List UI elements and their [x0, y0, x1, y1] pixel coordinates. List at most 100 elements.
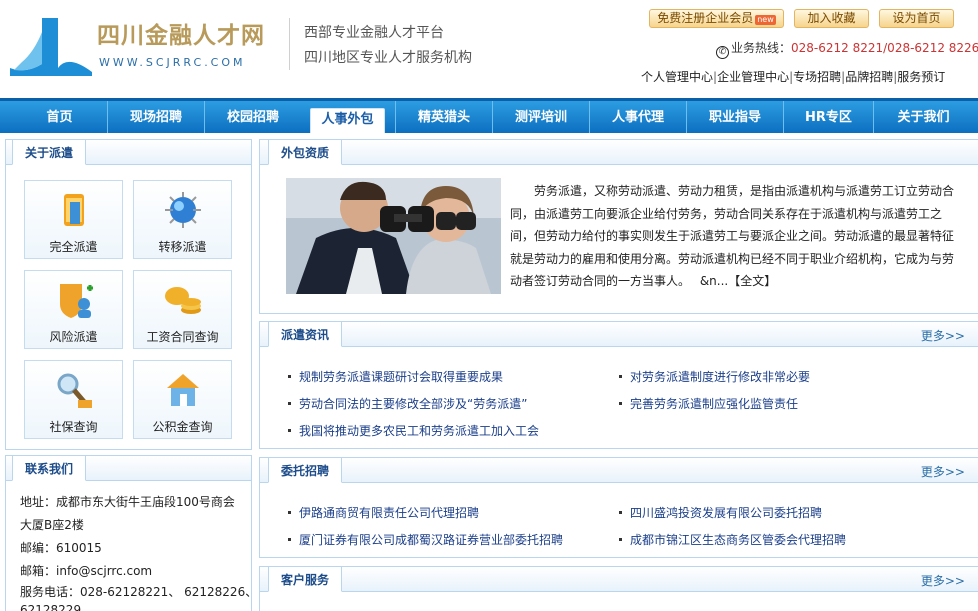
header-divider — [289, 18, 290, 70]
nav-onsite-recruit[interactable]: 现场招聘 — [107, 101, 204, 133]
panel-title: 关于派遣 — [12, 140, 87, 165]
recruit-title: 厦门证券有限公司成都蜀汉路证券营业部委托招聘 — [299, 533, 564, 547]
news-item[interactable]: 对劳务派遣制度进行修改非常必要 — [619, 368, 810, 385]
contact-address: 地址：成都市东大街牛王庙段100号商会 — [20, 495, 235, 509]
link-personal-center[interactable]: 个人管理中心 — [641, 70, 713, 84]
panel-title-bar: 客户服务 更多>> — [260, 567, 978, 592]
nav-campus-recruit[interactable]: 校园招聘 — [204, 101, 301, 133]
tile-risk-dispatch[interactable]: 风险派遣 — [24, 270, 123, 349]
slogan-secondary: 四川地区专业人才服务机构 — [304, 50, 472, 66]
phone-icon: ✆ — [716, 46, 729, 59]
recruit-title: 四川盛鸿投资发展有限公司委托招聘 — [630, 506, 823, 520]
tile-label: 完全派遣 — [49, 240, 98, 254]
nav-hr-zone[interactable]: HR专区 — [783, 101, 873, 133]
news-item[interactable]: 完善劳务派遣制应强化监管责任 — [619, 395, 798, 412]
contact-phone-cont: 62128229 — [20, 603, 82, 611]
tile-transfer-dispatch[interactable]: 转移派遣 — [133, 180, 232, 259]
panel-title: 派遣资讯 — [268, 322, 343, 347]
tile-housing-fund-query[interactable]: 公积金查询 — [133, 360, 232, 439]
recruit-title: 成都市锦江区生态商务区管委会代理招聘 — [630, 533, 847, 547]
nav-home[interactable]: 首页 — [12, 101, 107, 133]
news-title: 完善劳务派遣制应强化监管责任 — [630, 397, 799, 411]
news-title: 我国将推动更多农民工和劳务派遣工加入工会 — [299, 424, 540, 438]
binoculars-photo — [286, 178, 501, 294]
news-title: 对劳务派遣制度进行修改非常必要 — [630, 370, 811, 384]
customer-service-panel: 客户服务 更多>> — [259, 566, 978, 611]
panel-title: 委托招聘 — [268, 458, 343, 483]
bullet-icon — [288, 511, 291, 514]
link-brand-recruit[interactable]: 品牌招聘 — [845, 70, 893, 84]
tile-salary-contract-query[interactable]: 工资合同查询 — [133, 270, 232, 349]
bullet-icon — [619, 538, 622, 541]
intro-text: 劳务派遣，又称劳动派遣、劳动力租赁，是指由派遣机构与派遣劳工订立劳动合同，由派遣… — [510, 184, 955, 288]
panel-title: 联系我们 — [12, 456, 87, 481]
recruit-item[interactable]: 四川盛鸿投资发展有限公司委托招聘 — [619, 504, 822, 521]
recruit-item[interactable]: 成都市锦江区生态商务区管委会代理招聘 — [619, 531, 846, 548]
bullet-icon — [288, 402, 291, 405]
site-title: 四川金融人才网 — [97, 22, 265, 49]
bullet-icon — [288, 538, 291, 541]
bullet-icon — [288, 375, 291, 378]
panel-title: 客户服务 — [268, 567, 343, 592]
tile-label: 社保查询 — [49, 420, 98, 434]
recruit-item[interactable]: 厦门证券有限公司成都蜀汉路证券营业部委托招聘 — [288, 531, 563, 548]
site-url: WWW.SCJRRC.COM — [99, 56, 246, 69]
recruit-title: 伊路通商贸有限责任公司代理招聘 — [299, 506, 480, 520]
tile-label: 转移派遣 — [158, 240, 207, 254]
tile-full-dispatch[interactable]: 完全派遣 — [24, 180, 123, 259]
panel-title-bar: 联系我们 — [6, 456, 251, 481]
news-item[interactable]: 劳动合同法的主要修改全部涉及“劳务派遣” — [288, 395, 527, 412]
site-header: 四川金融人才网 WWW.SCJRRC.COM 西部专业金融人才平台 四川地区专业… — [0, 0, 978, 98]
contact-address-cont: 大厦B座2楼 — [20, 518, 84, 532]
more-link[interactable]: 更多>> — [921, 327, 965, 344]
tile-social-security-query[interactable]: 社保查询 — [24, 360, 123, 439]
folder-icon — [63, 194, 84, 226]
panel-title-bar: 委托招聘 更多>> — [260, 458, 978, 483]
new-badge: new — [755, 15, 776, 25]
news-title: 劳动合同法的主要修改全部涉及“劳务派遣” — [299, 397, 528, 411]
nav-hr-outsourcing[interactable]: 人事外包 — [310, 108, 385, 133]
panel-title-bar: 外包资质 — [260, 140, 978, 165]
tile-label: 风险派遣 — [49, 330, 98, 344]
nav-hr-agency[interactable]: 人事代理 — [589, 101, 686, 133]
slogan-primary: 西部专业金融人才平台 — [304, 25, 444, 41]
about-dispatch-panel: 关于派遣 完全派遣 转移派遣 风险派遣 工资合同查询 社保查询 公积金查询 — [5, 139, 252, 450]
top-links: 个人管理中心|企业管理中心|专场招聘|品牌招聘|服务预订 — [641, 70, 946, 84]
link-company-center[interactable]: 企业管理中心 — [717, 70, 789, 84]
nav-assessment-training[interactable]: 测评培训 — [492, 101, 589, 133]
more-link[interactable]: 更多>> — [921, 572, 965, 589]
recruit-item[interactable]: 伊路通商贸有限责任公司代理招聘 — [288, 504, 479, 521]
magnifier-icon — [57, 373, 92, 408]
hotline-number: 028-6212 8221/028-6212 8226 — [791, 41, 978, 55]
nav-headhunting[interactable]: 精英猎头 — [395, 101, 492, 133]
set-homepage-button[interactable]: 设为首页 — [879, 9, 954, 28]
bullet-icon — [619, 402, 622, 405]
contact-panel: 联系我们 地址：成都市东大街牛王庙段100号商会 大厦B座2楼 邮编：61001… — [5, 455, 257, 611]
panel-title-bar: 关于派遣 — [6, 140, 251, 165]
panel-title: 外包资质 — [268, 140, 343, 165]
tile-label: 公积金查询 — [152, 420, 213, 434]
full-text-link[interactable]: 【全文】 — [728, 274, 776, 288]
link-special-recruit[interactable]: 专场招聘 — [793, 70, 841, 84]
hotline-label: 业务热线： — [731, 41, 792, 55]
register-company-button[interactable]: 免费注册企业会员 new — [649, 9, 784, 28]
link-service-booking[interactable]: 服务预订 — [897, 70, 945, 84]
news-item[interactable]: 我国将推动更多农民工和劳务派遣工加入工会 — [288, 422, 539, 439]
outsourcing-intro: 劳务派遣，又称劳动派遣、劳动力租赁，是指由派遣机构与派遣劳工订立劳动合同，由派遣… — [510, 180, 958, 293]
news-item[interactable]: 规制劳务派遣课题研讨会取得重要成果 — [288, 368, 503, 385]
house-icon — [166, 374, 199, 406]
bullet-icon — [619, 375, 622, 378]
bullet-icon — [288, 429, 291, 432]
logo-icon[interactable] — [8, 12, 94, 76]
nav-career-guidance[interactable]: 职业指导 — [686, 101, 783, 133]
shield-user-icon — [59, 284, 93, 318]
more-link[interactable]: 更多>> — [921, 463, 965, 480]
add-favorite-button[interactable]: 加入收藏 — [794, 9, 869, 28]
news-title: 规制劳务派遣课题研讨会取得重要成果 — [299, 370, 504, 384]
nav-about-us[interactable]: 关于我们 — [873, 101, 973, 133]
hotline: ✆ 业务热线：028-6212 8221/028-6212 8226 — [716, 39, 978, 59]
tile-label: 工资合同查询 — [146, 330, 219, 344]
page: 四川金融人才网 WWW.SCJRRC.COM 西部专业金融人才平台 四川地区专业… — [0, 0, 978, 611]
main-nav: 首页 现场招聘 校园招聘 人事外包 精英猎头 测评培训 人事代理 职业指导 HR… — [0, 98, 978, 133]
register-label: 免费注册企业会员 — [657, 11, 754, 25]
